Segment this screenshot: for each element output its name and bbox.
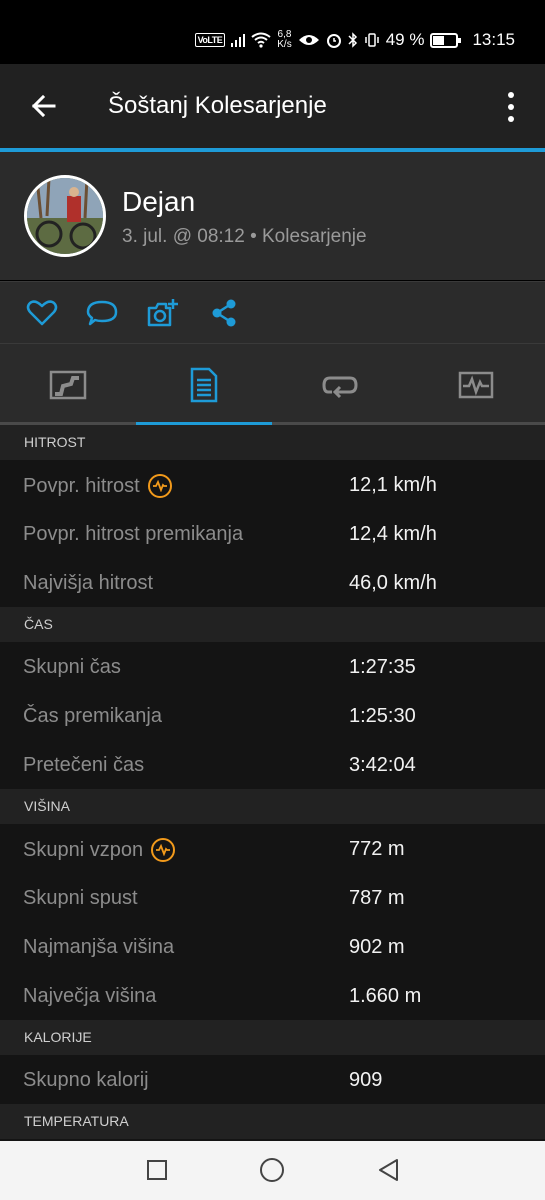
network-speed-unit: K/s	[277, 39, 292, 50]
stat-row: Največja višina 1.660 m	[0, 971, 545, 1020]
signal-icon	[231, 33, 246, 47]
stat-row: Skupni čas 1:27:35	[0, 642, 545, 691]
section-header: TEMPERATURA	[0, 1104, 545, 1139]
user-name: Dejan	[122, 186, 196, 217]
stat-label: Največja višina	[23, 985, 156, 1008]
status-icons: VoLTE 6,8 K/s 49 % 13:15	[194, 30, 515, 50]
bluetooth-icon	[348, 32, 357, 48]
tab-map[interactable]	[0, 344, 136, 426]
wifi-icon	[251, 32, 271, 48]
stat-value: 902 m	[349, 936, 405, 958]
section-header: VIŠINA	[0, 789, 545, 824]
battery-icon	[430, 32, 462, 48]
system-nav-bar	[0, 1141, 545, 1200]
stats-list[interactable]: HITROST Povpr. hitrost 12,1 km/h Povpr. hit…	[0, 425, 545, 1141]
battery-percent: 49 %	[385, 30, 425, 49]
clock: 13:15	[472, 30, 515, 49]
comment-icon[interactable]	[85, 296, 119, 330]
activity-tabs	[0, 343, 545, 426]
back-nav-icon[interactable]	[374, 1155, 404, 1185]
stat-label-text: Skupni čas	[23, 656, 121, 678]
section-header: KALORIJE	[0, 1020, 545, 1055]
stat-value: 787 m	[349, 887, 405, 909]
home-icon[interactable]	[257, 1155, 287, 1185]
stat-label: Najvišja hitrost	[23, 572, 153, 595]
stat-value: 772 m	[349, 838, 405, 860]
tab-details[interactable]	[136, 344, 272, 426]
heart-icon[interactable]	[25, 296, 59, 330]
add-photo-icon[interactable]	[146, 296, 180, 330]
stat-label: Skupni vzpon	[23, 838, 176, 862]
heartbeat-chart-icon[interactable]	[151, 838, 176, 862]
share-icon[interactable]	[207, 296, 241, 330]
page-title: Šoštanj Kolesarjenje	[108, 92, 327, 119]
stat-label-text: Povpr. hitrost	[23, 474, 140, 497]
stat-row: Povpr. hitrost 12,1 km/h	[0, 460, 545, 509]
stat-value: 1:25:30	[349, 705, 416, 727]
alarm-icon	[326, 34, 341, 48]
stat-label: Skupni čas	[23, 656, 121, 679]
tab-charts[interactable]	[408, 344, 544, 426]
stat-label-text: Pretečeni čas	[23, 754, 145, 776]
stat-row: Skupno kalorij 909	[0, 1055, 545, 1104]
stat-label-text: Največja višina	[23, 985, 157, 1007]
stat-row: Čas premikanja 1:25:30	[0, 691, 545, 740]
stat-row: Najmanjša višina 902 m	[0, 922, 545, 971]
stat-label-text: Čas premikanja	[23, 705, 162, 727]
stat-label-text: Skupni vzpon	[23, 838, 144, 861]
section-header: ČAS	[0, 607, 545, 642]
stat-row: Skupni spust 787 m	[0, 873, 545, 922]
map-tab-icon	[49, 370, 87, 400]
stat-value: 3:42:04	[349, 754, 416, 776]
stat-label: Skupni spust	[23, 887, 138, 910]
back-arrow-icon[interactable]	[28, 90, 60, 122]
stat-label-text: Povpr. hitrost premikanja	[23, 523, 244, 545]
stat-value: 12,4 km/h	[349, 523, 437, 545]
charts-tab-icon	[458, 371, 494, 399]
stat-row: Najvišja hitrost 46,0 km/h	[0, 558, 545, 607]
stat-value: 909	[349, 1069, 383, 1091]
stat-label-text: Najmanjša višina	[23, 936, 175, 958]
section-header: HITROST	[0, 425, 545, 460]
stat-label: Povpr. hitrost premikanja	[23, 523, 243, 546]
eye-icon	[298, 35, 319, 45]
tab-splits[interactable]	[272, 344, 408, 426]
network-speed: 6,8 K/s	[277, 30, 291, 50]
stat-row: Povpr. hitrost premikanja 12,4 km/h	[0, 509, 545, 558]
stat-value: 46,0 km/h	[349, 572, 437, 594]
volte-badge: VoLTE	[194, 33, 226, 47]
stat-label: Pretečeni čas	[23, 754, 144, 777]
vibrate-icon	[364, 33, 379, 47]
status-bar: VoLTE 6,8 K/s 49 % 13:15	[0, 0, 545, 64]
details-tab-icon	[190, 367, 218, 403]
activity-header: Dejan 3. jul. @ 08:12 • Kolesarjenje	[0, 152, 545, 280]
recents-icon[interactable]	[142, 1155, 172, 1185]
stat-label: Najmanjša višina	[23, 936, 174, 959]
activity-meta: 3. jul. @ 08:12 • Kolesarjenje	[122, 226, 367, 247]
action-bar	[0, 281, 545, 343]
stat-row: Pretečeni čas 3:42:04	[0, 740, 545, 789]
app-bar: Šoštanj Kolesarjenje	[0, 64, 545, 150]
splits-tab-icon	[322, 376, 358, 399]
avatar[interactable]	[24, 175, 106, 257]
stat-label-text: Skupno kalorij	[23, 1069, 149, 1091]
heartbeat-chart-icon[interactable]	[147, 474, 172, 498]
stat-value: 12,1 km/h	[349, 474, 437, 496]
stat-label-text: Najvišja hitrost	[23, 572, 154, 594]
stat-value: 1:27:35	[349, 656, 416, 678]
stat-label: Skupno kalorij	[23, 1069, 149, 1092]
stat-value: 1.660 m	[349, 985, 422, 1007]
stat-label: Čas premikanja	[23, 705, 162, 728]
overflow-menu-icon[interactable]	[499, 92, 523, 122]
stat-row: Skupni vzpon 772 m	[0, 824, 545, 873]
stat-label: Povpr. hitrost	[23, 474, 172, 498]
stat-label-text: Skupni spust	[23, 887, 138, 909]
